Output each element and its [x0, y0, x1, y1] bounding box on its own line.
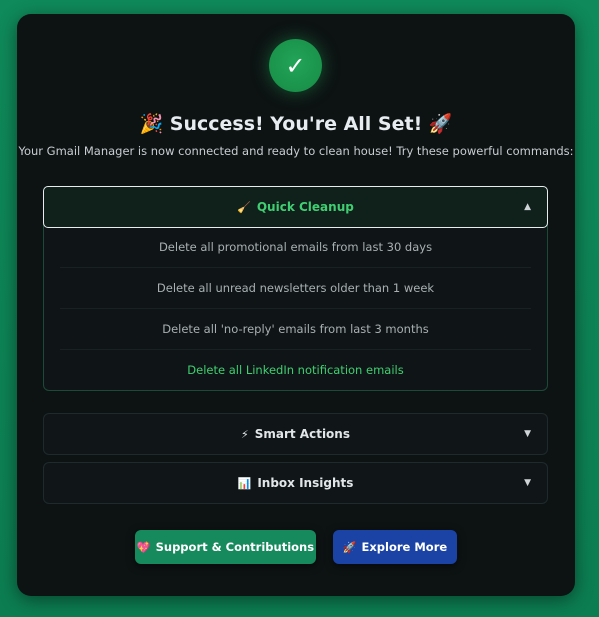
- command-item[interactable]: Delete all 'no-reply' emails from last 3…: [60, 309, 531, 350]
- party-popper-icon: 🎉: [139, 113, 164, 135]
- checkmark-glyph: ✓: [285, 51, 306, 80]
- accordion-title: Inbox Insights: [257, 476, 354, 490]
- chevron-up-icon: ▲: [524, 202, 531, 212]
- button-label: Explore More: [361, 540, 448, 554]
- page-subtitle: Your Gmail Manager is now connected and …: [18, 144, 574, 158]
- explore-more-button[interactable]: 🚀 Explore More: [333, 530, 457, 564]
- support-contributions-button[interactable]: 💖 Support & Contributions: [135, 530, 316, 564]
- accordion-inbox-insights: 📊 Inbox Insights ▼: [43, 462, 548, 504]
- accordion-title: Quick Cleanup: [256, 200, 354, 214]
- broom-icon: 🧹: [237, 200, 251, 214]
- command-list: Delete all promotional emails from last …: [44, 227, 547, 390]
- page-title: 🎉 Success! You're All Set! 🚀: [17, 112, 575, 135]
- rocket-icon: 🚀: [342, 540, 357, 554]
- command-item[interactable]: Delete all promotional emails from last …: [60, 227, 531, 268]
- chevron-down-icon: ▼: [524, 478, 531, 488]
- success-card: ✓ 🎉 Success! You're All Set! 🚀 Your Gmai…: [17, 14, 575, 596]
- bar-chart-icon: 📊: [237, 476, 252, 490]
- chevron-down-icon: ▼: [524, 429, 531, 439]
- rocket-icon: 🚀: [428, 113, 453, 135]
- accordion-quick-cleanup: 🧹 Quick Cleanup ▲ Delete all promotional…: [43, 186, 548, 391]
- heart-icon: 💖: [136, 540, 151, 554]
- command-item[interactable]: Delete all unread newsletters older than…: [60, 268, 531, 309]
- page-title-text: Success! You're All Set!: [169, 113, 423, 135]
- accordion-header-quick-cleanup[interactable]: 🧹 Quick Cleanup ▲: [43, 186, 548, 228]
- button-label: Support & Contributions: [155, 540, 315, 554]
- accordion-header-inbox-insights[interactable]: 📊 Inbox Insights ▼: [44, 463, 547, 503]
- success-check-icon: ✓: [269, 39, 322, 92]
- command-item-hovered[interactable]: Delete all LinkedIn notification emails: [60, 350, 531, 390]
- lightning-icon: ⚡: [241, 427, 249, 441]
- accordion-header-smart-actions[interactable]: ⚡ Smart Actions ▼: [44, 414, 547, 454]
- accordion-title: Smart Actions: [254, 427, 350, 441]
- accordion-smart-actions: ⚡ Smart Actions ▼: [43, 413, 548, 455]
